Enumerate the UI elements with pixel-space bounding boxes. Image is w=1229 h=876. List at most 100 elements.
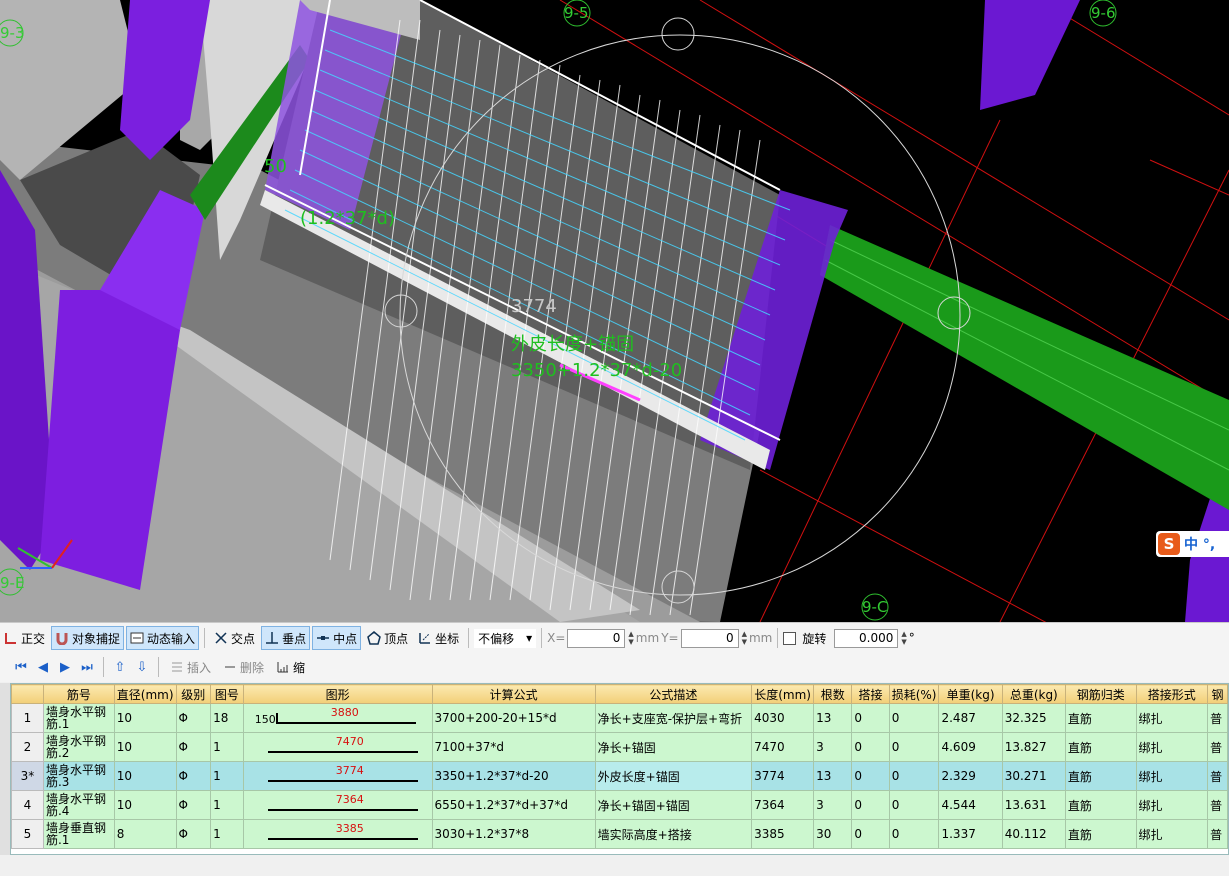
cell-lap-type[interactable]: 绑扎 [1135,819,1209,849]
cell-grade[interactable]: Φ [175,703,212,733]
header-col[interactable]: 公式描述 [594,684,753,704]
cell-count[interactable]: 3 [813,732,853,762]
table-row[interactable]: 4 墙身水平钢筋.4 10 Φ 1 7364 6550+1.2*37*d+37*d 净长+锚固… [11,790,1228,820]
cell-category[interactable]: 直筋 [1064,732,1137,762]
cell-fig[interactable]: 1 [210,761,244,791]
cell-fig[interactable]: 1 [210,819,244,849]
cell-shape[interactable]: 3385 [242,819,433,849]
cell-count[interactable]: 30 [813,819,853,849]
cell-unit-w[interactable]: 4.609 [938,732,1003,762]
header-col[interactable]: 根数 [813,684,853,704]
next-record-icon[interactable]: ▶ [56,660,74,675]
cell-lap[interactable]: 0 [851,732,890,762]
cell-count[interactable]: 13 [813,703,853,733]
move-up-icon[interactable]: ⇧ [111,660,129,675]
cell-unit-w[interactable]: 2.329 [938,761,1003,791]
header-col[interactable]: 搭接 [851,684,890,704]
first-record-icon[interactable]: ⏮ [12,660,30,675]
cell-shape[interactable]: 7364 [242,790,433,820]
row-number[interactable]: 5 [11,819,44,849]
y-spinner[interactable]: ▲ ▼ [742,630,747,646]
y-input[interactable]: 0 [680,628,739,648]
cell-dia[interactable]: 8 [113,819,177,849]
cell-loss[interactable]: 0 [888,819,940,849]
cell-total-w[interactable]: 13.827 [1001,732,1066,762]
table-row[interactable]: 3* 墙身水平钢筋.3 10 Φ 1 3774 3350+1.2*37*d-20 外皮长度+锚… [11,761,1228,791]
cell-total-w[interactable]: 40.112 [1001,819,1066,849]
cell-length[interactable]: 4030 [751,703,815,733]
cell-lap[interactable]: 0 [851,819,890,849]
cell-extra[interactable]: 普 [1207,732,1228,762]
model-canvas[interactable] [0,0,1229,622]
ortho-button[interactable]: 正交 [0,626,49,650]
cell-lap-type[interactable]: 绑扎 [1135,790,1209,820]
cell-desc[interactable]: 墙实际高度+搭接 [594,819,753,849]
cell-length[interactable]: 7470 [751,732,815,762]
cell-unit-w[interactable]: 2.487 [938,703,1003,733]
cell-unit-w[interactable]: 1.337 [938,819,1003,849]
cell-grade[interactable]: Φ [175,761,212,791]
cell-lap-type[interactable]: 绑扎 [1135,703,1209,733]
cell-desc[interactable]: 净长+支座宽-保护层+弯折 [594,703,753,733]
cell-total-w[interactable]: 32.325 [1001,703,1066,733]
x-input[interactable]: 0 [567,628,626,648]
cell-dia[interactable]: 10 [113,790,177,820]
header-col[interactable]: 计算公式 [431,684,596,704]
cell-name[interactable]: 墙身水平钢筋.1 [42,703,115,733]
table-row[interactable]: 2 墙身水平钢筋.2 10 Φ 1 7470 7100+37*d 净长+锚固 7470 3 0 0 4.… [11,732,1228,762]
cell-category[interactable]: 直筋 [1064,761,1137,791]
header-col[interactable]: 图号 [210,684,244,704]
cell-category[interactable]: 直筋 [1064,819,1137,849]
cell-extra[interactable]: 普 [1207,761,1228,791]
cell-extra[interactable]: 普 [1207,703,1228,733]
cell-count[interactable]: 13 [813,761,853,791]
cell-shape[interactable]: 7470 [242,732,433,762]
cell-unit-w[interactable]: 4.544 [938,790,1003,820]
cell-name[interactable]: 墙身垂直钢筋.1 [42,819,115,849]
prev-record-icon[interactable]: ◀ [34,660,52,675]
cell-lap[interactable]: 0 [851,703,890,733]
cell-loss[interactable]: 0 [888,703,940,733]
cell-total-w[interactable]: 13.631 [1001,790,1066,820]
cell-formula[interactable]: 7100+37*d [431,732,596,762]
move-down-icon[interactable]: ⇩ [133,660,151,675]
cell-name[interactable]: 墙身水平钢筋.4 [42,790,115,820]
x-spinner[interactable]: ▲ ▼ [628,630,633,646]
3d-viewport[interactable]: 9-3 9-5 9-6 9-E 9-C 50 (1.2*37*d) 3774 外… [0,0,1229,622]
cell-lap-type[interactable]: 绑扎 [1135,732,1209,762]
dynamic-input-button[interactable]: 动态输入 [126,626,200,650]
cell-formula[interactable]: 6550+1.2*37*d+37*d [431,790,596,820]
cell-extra[interactable]: 普 [1207,790,1228,820]
insert-button[interactable]: 插入 [166,655,215,679]
cell-length[interactable]: 3385 [751,819,815,849]
cell-grade[interactable]: Φ [175,732,212,762]
cell-desc[interactable]: 净长+锚固+锚固 [594,790,753,820]
header-col[interactable]: 长度(mm) [751,684,815,704]
header-col[interactable]: 图形 [242,684,433,704]
cell-shape[interactable]: 3774 [242,761,433,791]
cell-name[interactable]: 墙身水平钢筋.3 [42,761,115,791]
row-number[interactable]: 4 [11,790,44,820]
header-col[interactable]: 总重(kg) [1001,684,1066,704]
cell-fig[interactable]: 18 [210,703,244,733]
table-row[interactable]: 1 墙身水平钢筋.1 10 Φ 18 150 3880 3700+200-20+15*d 净长+… [11,703,1228,733]
cell-total-w[interactable]: 30.271 [1001,761,1066,791]
cell-grade[interactable]: Φ [175,819,212,849]
cell-dia[interactable]: 10 [113,732,177,762]
header-col[interactable]: 直径(mm) [113,684,177,704]
cell-lap[interactable]: 0 [851,761,890,791]
header-col[interactable]: 单重(kg) [938,684,1003,704]
cell-desc[interactable]: 净长+锚固 [594,732,753,762]
cell-length[interactable]: 7364 [751,790,815,820]
ime-indicator[interactable]: S 中 °, [1156,531,1229,557]
cell-lap[interactable]: 0 [851,790,890,820]
last-record-icon[interactable]: ⏭ [78,660,96,675]
cell-loss[interactable]: 0 [888,790,940,820]
row-number[interactable]: 3* [11,761,44,791]
intersection-snap-button[interactable]: 交点 [210,626,259,650]
header-col[interactable]: 损耗(%) [888,684,940,704]
cell-formula[interactable]: 3700+200-20+15*d [431,703,596,733]
scale-button[interactable]: 缩 [272,655,309,679]
vertex-snap-button[interactable]: 顶点 [363,626,412,650]
cell-fig[interactable]: 1 [210,732,244,762]
